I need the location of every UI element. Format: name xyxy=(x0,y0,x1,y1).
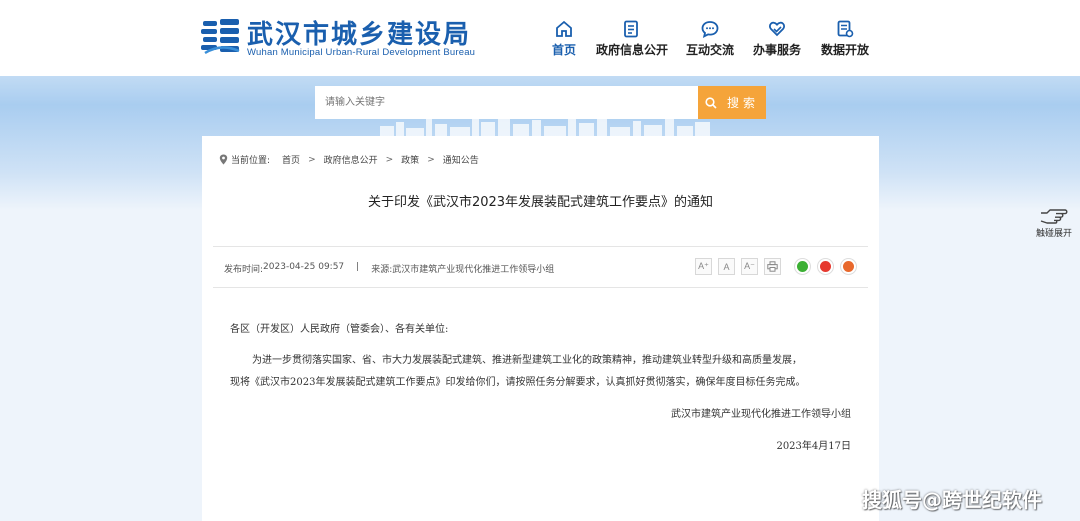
search-button[interactable]: 搜索 xyxy=(698,86,766,119)
search-input[interactable] xyxy=(315,86,698,119)
top-header xyxy=(0,0,1080,76)
source-value: 武汉市建筑产业现代化推进工作领导小组 xyxy=(392,265,555,275)
article-meta: 发布时间: 2023-04-25 09:57 | 来源: 武汉市建筑产业现代化推… xyxy=(224,262,554,275)
home-icon xyxy=(556,20,572,37)
publish-time: 2023-04-25 09:57 xyxy=(263,262,345,272)
divider xyxy=(213,287,868,288)
nav-item-label: 首页 xyxy=(551,43,576,57)
breadcrumb-separator: > xyxy=(385,154,394,165)
document-date: 2023年4月17日 xyxy=(776,441,851,452)
font-size-tools: A⁺ A A⁻ xyxy=(695,258,787,276)
weibo-icon xyxy=(820,261,831,272)
pointing-hand-icon xyxy=(1040,209,1068,224)
article-card: 当前位置: 首页 > 政府信息公开 > 政策 > 通知公告 关于印发《武汉市20… xyxy=(202,136,879,521)
chat-icon xyxy=(701,21,719,38)
print-button[interactable] xyxy=(764,258,781,275)
breadcrumb-separator: > xyxy=(427,154,435,165)
nav-item-services[interactable]: 办事服务 xyxy=(753,20,801,60)
breadcrumb-item-notice[interactable]: 通知公告 xyxy=(443,153,479,166)
publish-label: 发布时间: xyxy=(224,265,264,275)
share-qq-button[interactable] xyxy=(840,258,857,275)
nav-item-label: 互动交流 xyxy=(686,43,735,57)
nav-item-label: 政府信息公开 xyxy=(596,43,669,57)
article-title: 关于印发《武汉市2023年发展装配式建筑工作要点》的通知 xyxy=(367,195,714,210)
side-expand-button[interactable]: 触碰展开 xyxy=(1034,206,1074,242)
bureau-logo-icon xyxy=(201,19,240,55)
font-decrease-button[interactable]: A⁻ xyxy=(741,258,758,275)
signature-text: 武汉市建筑产业现代化推进工作领导小组 xyxy=(671,409,851,420)
logo-title-en: Wuhan Municipal Urban-Rural Development … xyxy=(247,47,476,58)
meta-separator: | xyxy=(356,262,360,272)
breadcrumb: 当前位置: 首页 > 政府信息公开 > 政策 > 通知公告 xyxy=(219,153,479,166)
breadcrumb-prefix: 当前位置: xyxy=(231,156,271,166)
breadcrumb-separator: > xyxy=(308,154,316,165)
qq-icon xyxy=(843,261,854,272)
search-button-label: 搜索 xyxy=(726,96,759,110)
body-paragraph-line: 现将《武汉市2023年发展装配式建筑工作要点》印发给你们，请按照任务分解要求，认… xyxy=(230,377,806,388)
divider xyxy=(213,246,868,247)
watermark-text: 搜狐号@跨世纪软件 xyxy=(862,488,1042,512)
nav-item-home[interactable]: 首页 xyxy=(550,20,578,60)
data-icon xyxy=(837,20,854,38)
heart-hand-icon xyxy=(768,21,786,37)
breadcrumb-item-policy[interactable]: 政策 xyxy=(401,153,419,166)
side-expand-label: 触碰展开 xyxy=(1035,229,1072,239)
location-pin-icon xyxy=(219,154,228,165)
salutation-text: 各区（开发区）人民政府（管委会）、各有关单位: xyxy=(230,324,449,335)
nav-item-label: 办事服务 xyxy=(753,43,802,57)
site-logo[interactable]: 武汉市城乡建设局 Wuhan Municipal Urban-Rural Dev… xyxy=(201,16,501,60)
wechat-icon xyxy=(797,261,808,272)
body-paragraph-line: 为进一步贯彻落实国家、省、市大力发展装配式建筑、推进新型建筑工业化的政策精神，推… xyxy=(252,355,802,366)
font-default-button[interactable]: A xyxy=(718,258,735,275)
printer-icon xyxy=(767,261,778,272)
breadcrumb-item-gov-info[interactable]: 政府信息公开 xyxy=(324,153,378,166)
search-bar xyxy=(315,86,698,119)
document-icon xyxy=(624,20,638,38)
nav-item-gov-info[interactable]: 政府信息公开 xyxy=(596,20,669,60)
nav-item-open-data[interactable]: 数据开放 xyxy=(821,20,869,60)
share-wechat-button[interactable] xyxy=(794,258,811,275)
font-increase-button[interactable]: A⁺ xyxy=(695,258,712,275)
breadcrumb-item-home[interactable]: 首页 xyxy=(282,153,300,166)
nav-item-label: 数据开放 xyxy=(821,43,870,57)
search-icon xyxy=(705,96,717,109)
source-label: 来源: xyxy=(371,265,393,275)
logo-title-cn: 武汉市城乡建设局 xyxy=(247,20,472,50)
nav-item-interaction[interactable]: 互动交流 xyxy=(686,20,734,60)
share-weibo-button[interactable] xyxy=(817,258,834,275)
